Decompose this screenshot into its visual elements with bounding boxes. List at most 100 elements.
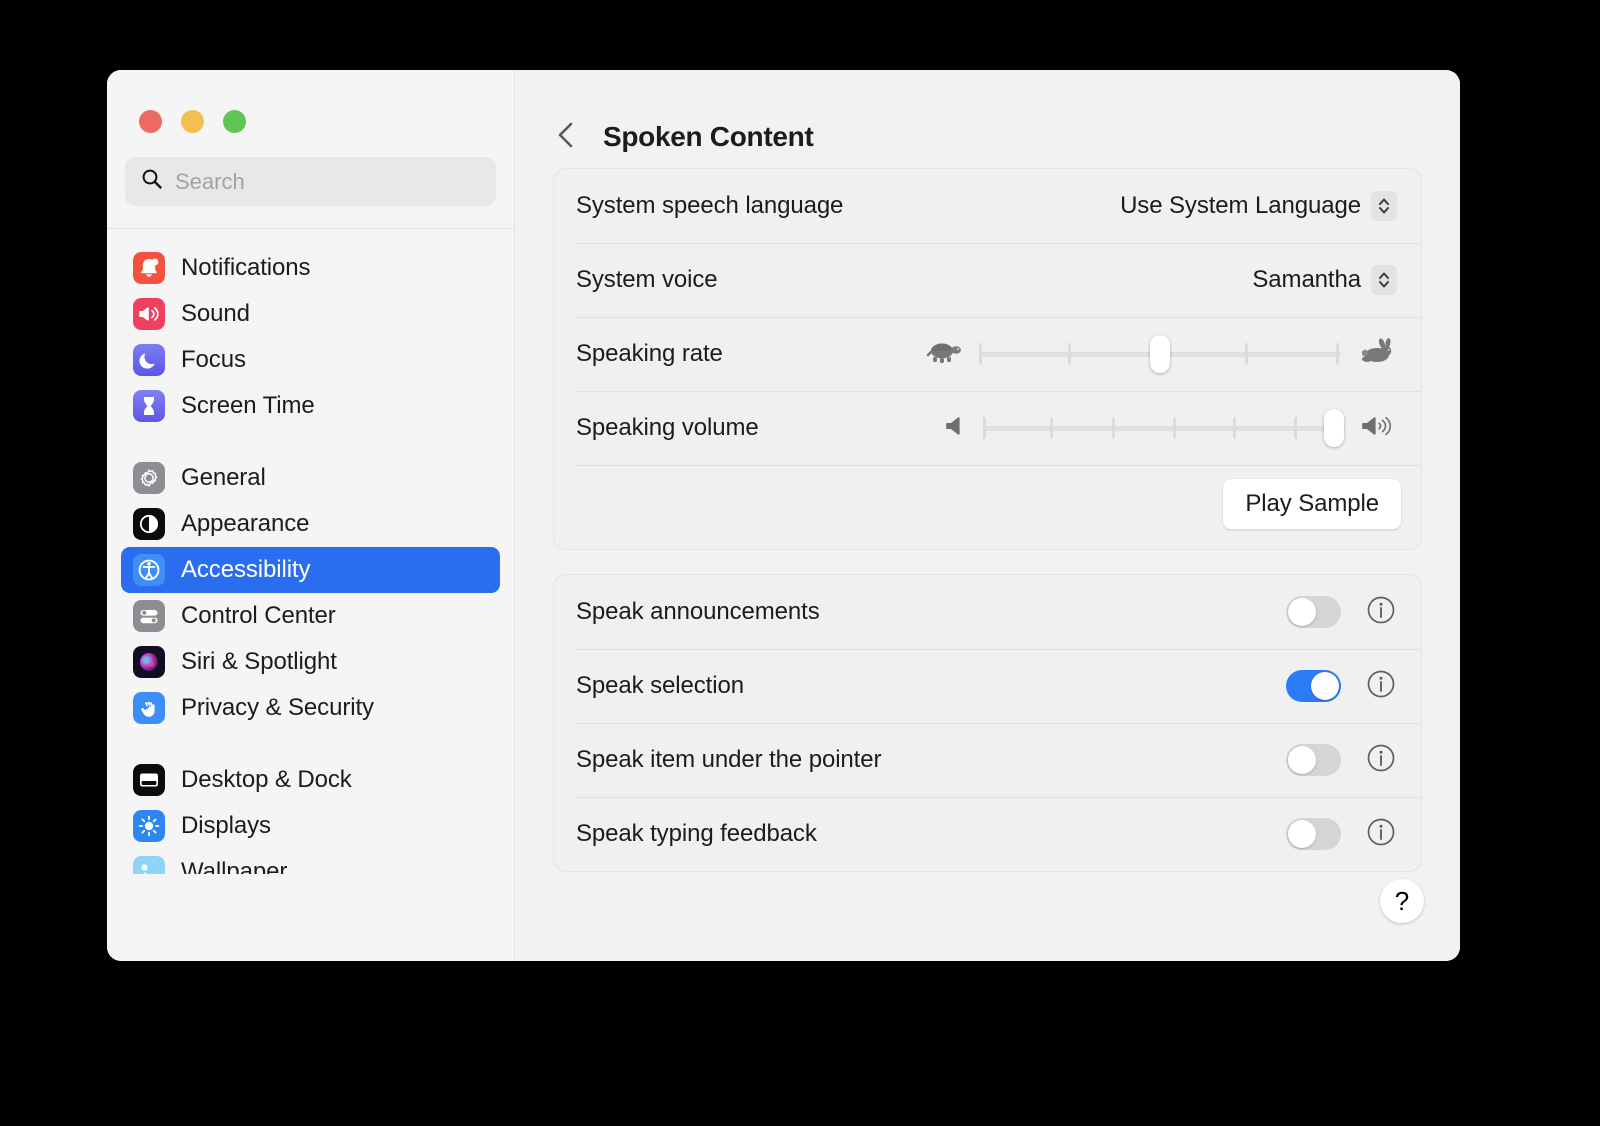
speak-selection-info-button[interactable] — [1365, 670, 1397, 702]
desktop-dock-icon — [133, 764, 165, 796]
speak-selection-toggle[interactable] — [1286, 670, 1341, 702]
info-icon — [1366, 817, 1396, 852]
speak-item-under-pointer-label: Speak item under the pointer — [576, 746, 882, 773]
row-speak-announcements: Speak announcements — [554, 575, 1421, 649]
sidebar-item-label: Siri & Spotlight — [181, 648, 337, 675]
close-button[interactable] — [139, 110, 162, 133]
row-right: Use System Language — [1120, 191, 1397, 221]
sidebar-item-label: Accessibility — [181, 556, 311, 583]
system-speech-language-label: System speech language — [576, 192, 844, 219]
speak-typing-feedback-info-button[interactable] — [1365, 818, 1397, 850]
toggle-knob — [1288, 746, 1316, 774]
row-right — [1286, 818, 1397, 850]
help-button[interactable]: ? — [1380, 879, 1424, 923]
sidebar-item-label: Control Center — [181, 602, 336, 629]
sidebar-item-label: Sound — [181, 300, 250, 327]
dropdown-value: Samantha — [1252, 266, 1361, 293]
search-input[interactable] — [175, 168, 480, 195]
nav-group-3: Desktop & Dock Displays Wallpaper — [121, 757, 500, 874]
sidebar-item-general[interactable]: General — [121, 455, 500, 501]
chevron-left-icon — [556, 119, 576, 156]
row-speak-selection: Speak selection — [554, 649, 1421, 723]
speak-announcements-toggle[interactable] — [1286, 596, 1341, 628]
speak-announcements-label: Speak announcements — [576, 598, 820, 625]
search-container — [107, 133, 514, 206]
nav-group-2: General Appearance Accessibility Control… — [121, 455, 500, 757]
spoken-content-toggles-card: Speak announcements Speak selection Spea… — [553, 574, 1422, 872]
nav-group-1: Notifications Sound Focus Screen Time — [121, 239, 500, 455]
rabbit-icon — [1355, 337, 1397, 371]
speaking-rate-slider-group — [923, 335, 1397, 373]
chevron-updown-icon — [1371, 265, 1397, 295]
slider-thumb[interactable] — [1150, 335, 1170, 373]
speech-settings-card: System speech language Use System Langua… — [553, 168, 1422, 550]
speak-typing-feedback-toggle[interactable] — [1286, 818, 1341, 850]
sound-icon — [133, 298, 165, 330]
row-system-speech-language: System speech language Use System Langua… — [554, 169, 1421, 243]
row-speak-typing-feedback: Speak typing feedback — [554, 797, 1421, 871]
speaker-low-icon — [943, 412, 969, 445]
sidebar-item-notifications[interactable]: Notifications — [121, 245, 500, 291]
accessibility-icon — [133, 554, 165, 586]
notifications-icon — [133, 252, 165, 284]
sidebar-item-label: Appearance — [181, 510, 310, 537]
sidebar-item-control-center[interactable]: Control Center — [121, 593, 500, 639]
sidebar-item-label: Wallpaper — [181, 858, 288, 874]
row-right — [943, 409, 1397, 447]
speaking-rate-label: Speaking rate — [576, 340, 723, 367]
sidebar-item-siri-spotlight[interactable]: Siri & Spotlight — [121, 639, 500, 685]
dropdown-value: Use System Language — [1120, 192, 1361, 219]
chevron-updown-icon — [1371, 191, 1397, 221]
info-icon — [1366, 669, 1396, 704]
maximize-button[interactable] — [223, 110, 246, 133]
privacy-icon — [133, 692, 165, 724]
sidebar-item-desktop-dock[interactable]: Desktop & Dock — [121, 757, 500, 803]
search-icon — [141, 168, 163, 195]
speak-item-under-pointer-info-button[interactable] — [1365, 744, 1397, 776]
row-speaking-rate: Speaking rate — [554, 317, 1421, 391]
main-panel: Spoken Content System speech language Us… — [515, 70, 1460, 961]
sidebar-item-wallpaper[interactable]: Wallpaper — [121, 849, 500, 874]
toggle-knob — [1288, 598, 1316, 626]
minimize-button[interactable] — [181, 110, 204, 133]
sidebar-item-label: Focus — [181, 346, 246, 373]
speak-item-under-pointer-toggle[interactable] — [1286, 744, 1341, 776]
play-sample-button[interactable]: Play Sample — [1223, 479, 1401, 529]
sidebar-item-screen-time[interactable]: Screen Time — [121, 383, 500, 429]
sidebar-item-label: Notifications — [181, 254, 311, 281]
search-box[interactable] — [125, 157, 496, 206]
page-title: Spoken Content — [603, 121, 814, 152]
sidebar-item-label: Screen Time — [181, 392, 315, 419]
sidebar-item-sound[interactable]: Sound — [121, 291, 500, 337]
row-right — [1286, 744, 1397, 776]
sidebar-item-focus[interactable]: Focus — [121, 337, 500, 383]
row-right — [1286, 670, 1397, 702]
sidebar-item-label: Displays — [181, 812, 271, 839]
system-voice-dropdown[interactable]: Samantha — [1252, 265, 1397, 295]
appearance-icon — [133, 508, 165, 540]
row-right: Samantha — [1252, 265, 1397, 295]
slider-thumb[interactable] — [1324, 409, 1345, 447]
speaking-rate-slider[interactable] — [979, 335, 1341, 373]
sidebar-item-privacy-security[interactable]: Privacy & Security — [121, 685, 500, 731]
info-icon — [1366, 595, 1396, 630]
play-sample-row: Play Sample — [554, 465, 1421, 549]
control-center-icon — [133, 600, 165, 632]
speak-announcements-info-button[interactable] — [1365, 596, 1397, 628]
row-right — [1286, 596, 1397, 628]
info-icon — [1366, 743, 1396, 778]
back-button[interactable] — [551, 120, 581, 154]
sidebar-item-accessibility[interactable]: Accessibility — [121, 547, 500, 593]
speaking-volume-label: Speaking volume — [576, 414, 759, 441]
sidebar-item-appearance[interactable]: Appearance — [121, 501, 500, 547]
system-settings-window: Notifications Sound — [107, 70, 1460, 961]
speaking-volume-slider[interactable] — [983, 409, 1345, 447]
system-speech-language-dropdown[interactable]: Use System Language — [1120, 191, 1397, 221]
sidebar-item-displays[interactable]: Displays — [121, 803, 500, 849]
turtle-icon — [923, 338, 965, 371]
siri-icon — [133, 646, 165, 678]
focus-icon — [133, 344, 165, 376]
sidebar-item-label: General — [181, 464, 266, 491]
speaker-high-icon — [1359, 412, 1397, 445]
speaking-volume-slider-group — [943, 409, 1397, 447]
